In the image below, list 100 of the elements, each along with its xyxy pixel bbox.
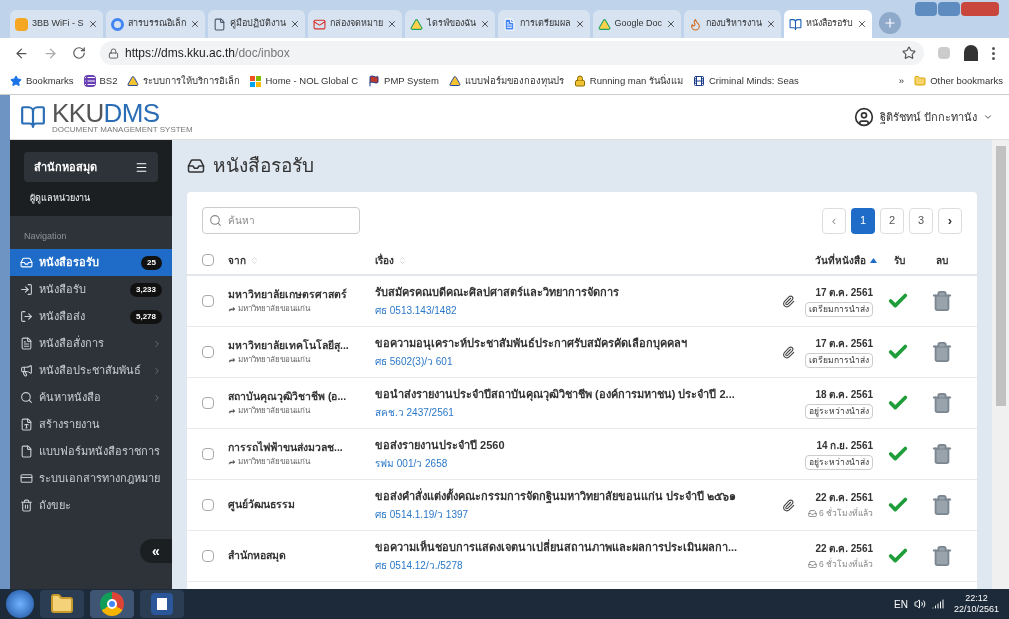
close-icon[interactable] <box>87 19 98 29</box>
bookmark[interactable]: Criminal Minds: Seas <box>692 73 799 89</box>
reference-link[interactable]: ศธ 5602(3)/ว 601 <box>375 354 779 370</box>
nav-item[interactable]: หนังสือรอรับ 25 <box>10 249 172 276</box>
nav-item[interactable]: หนังสือรับ 3,233 <box>10 276 172 303</box>
nav-item[interactable]: หนังสือสั่งการ <box>10 330 172 357</box>
back-icon[interactable] <box>14 45 29 61</box>
reference-link[interactable]: ศธ 0513.143/1482 <box>375 303 779 319</box>
close-icon[interactable] <box>574 19 585 29</box>
language-indicator[interactable]: EN <box>894 596 908 612</box>
volume-icon[interactable] <box>913 598 926 610</box>
delete-icon[interactable] <box>931 392 953 414</box>
row-checkbox[interactable] <box>202 346 214 358</box>
delete-icon[interactable] <box>931 545 953 567</box>
other-bookmarks[interactable]: Other bookmarks <box>914 73 1003 89</box>
browser-tab[interactable]: 3BB WiFi - S <box>10 10 103 38</box>
row-checkbox[interactable] <box>202 499 214 511</box>
collapse-button[interactable]: « <box>140 539 172 563</box>
table-row[interactable]: มหาวิทยาลัยเกษตรศาสตร์ มหาวิทยาลัยขอนแก่น รับสมัครคณบดีคณะศิลปศาสตร์และวิทยาการจัดการ ศธ 0513.143/1482 17 ต.ค. 2561 เตรียมการนำส่ง <box>187 276 977 327</box>
close-icon[interactable] <box>386 19 397 29</box>
reference-link[interactable]: ศธ 0514.12/ว./5278 <box>375 558 779 574</box>
taskbar-app[interactable] <box>90 590 134 618</box>
mail-icon <box>312 17 326 31</box>
row-checkbox[interactable] <box>202 295 214 307</box>
clock-time[interactable]: 22:12 <box>965 592 988 604</box>
subject-text[interactable]: รับสมัครคณบดีคณะศิลปศาสตร์และวิทยาการจัดการ <box>375 283 779 301</box>
table-row[interactable]: สถาบันคุณวุฒิวิชาชีพ (อ... มหาวิทยาลัยขอนแก่น ขอนำส่งรายงานประจำปีสถาบันคุณวุฒิวิชาชีพ (องค์การมหาชน) ประจำปี 2... สคช.ว 2437/2561 18 ต.ค. 2561 อยู่ระหว่างนำส่ง <box>187 378 977 429</box>
next-page-button[interactable]: › <box>938 207 962 234</box>
browser-tab[interactable]: หนังสือรอรับ <box>784 10 873 38</box>
subject-text[interactable]: ขอส่งคำสั่งแต่งตั้งคณะกรรมการจัดกฐินมหาวิทยาลัยขอนแก่น ประจำปี ๒๕๖๑ <box>375 487 779 505</box>
close-icon[interactable] <box>766 19 777 29</box>
scrollbar-thumb[interactable] <box>995 146 1006 406</box>
browser-tab[interactable]: สารบรรณอิเล็ก <box>105 10 205 38</box>
table-row[interactable]: การรถไฟฟ้าขนส่งมวลช... มหาวิทยาลัยขอนแก่น ขอส่งรายงานประจำปี 2560 รฟม 001/ว 2658 14 ก.ย. 2561 อยู่ระหว่างนำส่ง <box>187 429 977 480</box>
delete-icon[interactable] <box>931 290 953 312</box>
column-header[interactable]: เรื่อง <box>375 252 394 268</box>
subject-text[interactable]: ขอความอนุเคราะห์ประชาสัมพันธ์ประกาศรับสมัครคัดเลือกบุคคลฯ <box>375 334 779 352</box>
subject-text[interactable]: ขอความเห็นชอบการแสดงเจตนาเปลี่ยนสถานภาพและผลการประเมินผลกา... <box>375 538 779 556</box>
more-bookmarks[interactable]: » <box>898 73 905 89</box>
column-header[interactable]: จาก <box>228 252 246 268</box>
bookmark[interactable]: Home - NOL Global C <box>250 73 359 89</box>
taskbar-app[interactable] <box>40 590 84 618</box>
bookmark[interactable]: PMP System <box>368 73 439 89</box>
page-button[interactable]: 1 <box>851 207 875 234</box>
close-icon[interactable] <box>289 19 300 29</box>
table-row[interactable]: สำนักหอสมุด ขอความเห็นชอบการแสดงเจตนาเปลี่ยนสถานภาพและผลการประเมินผลกา... ศธ 0514.12/ว./5278 22 ต.ค. 2561 6 ชั่วโมงที่แล้ว <box>187 531 977 582</box>
bookmark[interactable]: ระบบการให้บริการอิเล็ก <box>127 73 241 89</box>
browser-tab[interactable]: กล่องจดหมาย <box>307 10 402 38</box>
user-menu[interactable]: ฐิติรัชทน์ ปักกะทานัง <box>853 107 993 127</box>
row-checkbox[interactable] <box>202 448 214 460</box>
nav-item[interactable]: ถังขยะ <box>10 492 172 519</box>
browser-tab[interactable]: คู่มือปฏิบัติงาน <box>207 10 305 38</box>
folder-icon <box>50 592 74 616</box>
browser-tab[interactable]: Google Doc <box>592 10 682 38</box>
start-button[interactable] <box>6 590 34 618</box>
close-icon[interactable] <box>666 19 677 29</box>
row-checkbox[interactable] <box>202 550 214 562</box>
select-all-checkbox[interactable] <box>202 254 214 266</box>
browser-tab[interactable]: ไดรฟ์ของฉัน <box>404 10 495 38</box>
taskbar-app[interactable] <box>140 590 184 618</box>
close-icon[interactable] <box>189 19 200 29</box>
table-row[interactable]: ศูนย์วัฒนธรรม ขอส่งคำสั่งแต่งตั้งคณะกรรมการจัดกฐินมหาวิทยาลัยขอนแก่น ประจำปี ๒๕๖๑ ศธ 0514.1.19/ว 1397 22 ต.ค. 2561 6 ชั่วโมงที่แล้ว <box>187 480 977 531</box>
clock-date[interactable]: 22/10/2561 <box>953 604 999 616</box>
nav-item[interactable]: ระบบเอกสารทางกฎหมาย <box>10 465 172 492</box>
close-icon[interactable] <box>479 19 490 29</box>
delete-icon[interactable] <box>931 443 953 465</box>
page-button[interactable]: 2 <box>880 207 904 234</box>
bookmark[interactable]: BS2 <box>83 73 118 89</box>
nav-item[interactable]: หนังสือส่ง 5,278 <box>10 303 172 330</box>
bookmark[interactable]: Running man รันนิ่งแม <box>573 73 683 89</box>
nav-item[interactable]: หนังสือประชาสัมพันธ์ <box>10 357 172 384</box>
unit-selector[interactable]: สำนักหอสมุด <box>24 152 158 182</box>
nav-item[interactable]: สร้างรายงาน <box>10 411 172 438</box>
bookmark[interactable]: Bookmarks <box>10 73 74 89</box>
menu-icon[interactable] <box>992 46 995 60</box>
forward-icon[interactable] <box>43 45 58 61</box>
delete-icon[interactable] <box>931 341 953 363</box>
column-header[interactable]: วันที่หนังสือ <box>815 252 866 268</box>
subject-text[interactable]: ขอส่งรายงานประจำปี 2560 <box>375 436 779 454</box>
close-icon[interactable] <box>857 19 868 29</box>
reload-icon[interactable] <box>72 46 86 60</box>
search-field[interactable]: ค้นหา <box>202 207 360 234</box>
close-button[interactable] <box>961 2 999 16</box>
scrollbar[interactable] <box>992 140 1009 589</box>
browser-tab[interactable]: กองบริหารงาน <box>684 10 782 38</box>
delete-icon[interactable] <box>931 494 953 516</box>
address-bar[interactable]: https://dms.kku.ac.th/doc/inbox <box>100 41 924 65</box>
nav-item[interactable]: แบบฟอร์มหนังสือราชการ <box>10 438 172 465</box>
browser-tab[interactable]: การเตรียมผล <box>497 10 590 38</box>
bookmark-star-icon[interactable] <box>902 46 916 60</box>
subject-text[interactable]: ขอนำส่งรายงานประจำปีสถาบันคุณวุฒิวิชาชีพ (องค์การมหาชน) ประจำปี 2... <box>375 385 779 403</box>
row-checkbox[interactable] <box>202 397 214 409</box>
table-row[interactable]: มหาวิทยาลัยเทคโนโลยีสุ... มหาวิทยาลัยขอนแก่น ขอความอนุเคราะห์ประชาสัมพันธ์ประกาศรับสมัครคัดเลือกบุคคลฯ ศธ 5602(3)/ว 601 17 ต.ค. 2561 เตรียมการนำส่ง <box>187 327 977 378</box>
reference-link[interactable]: ศธ 0514.1.19/ว 1397 <box>375 507 779 523</box>
reference-link[interactable]: สคช.ว 2437/2561 <box>375 405 779 421</box>
nav-item[interactable]: ค้นหาหนังสือ <box>10 384 172 411</box>
bookmark[interactable]: แบบฟอร์มของกองทุนปร <box>448 73 564 89</box>
profile-icon[interactable] <box>964 45 978 61</box>
page-button[interactable]: 3 <box>909 207 933 234</box>
reference-link[interactable]: รฟม 001/ว 2658 <box>375 456 779 472</box>
